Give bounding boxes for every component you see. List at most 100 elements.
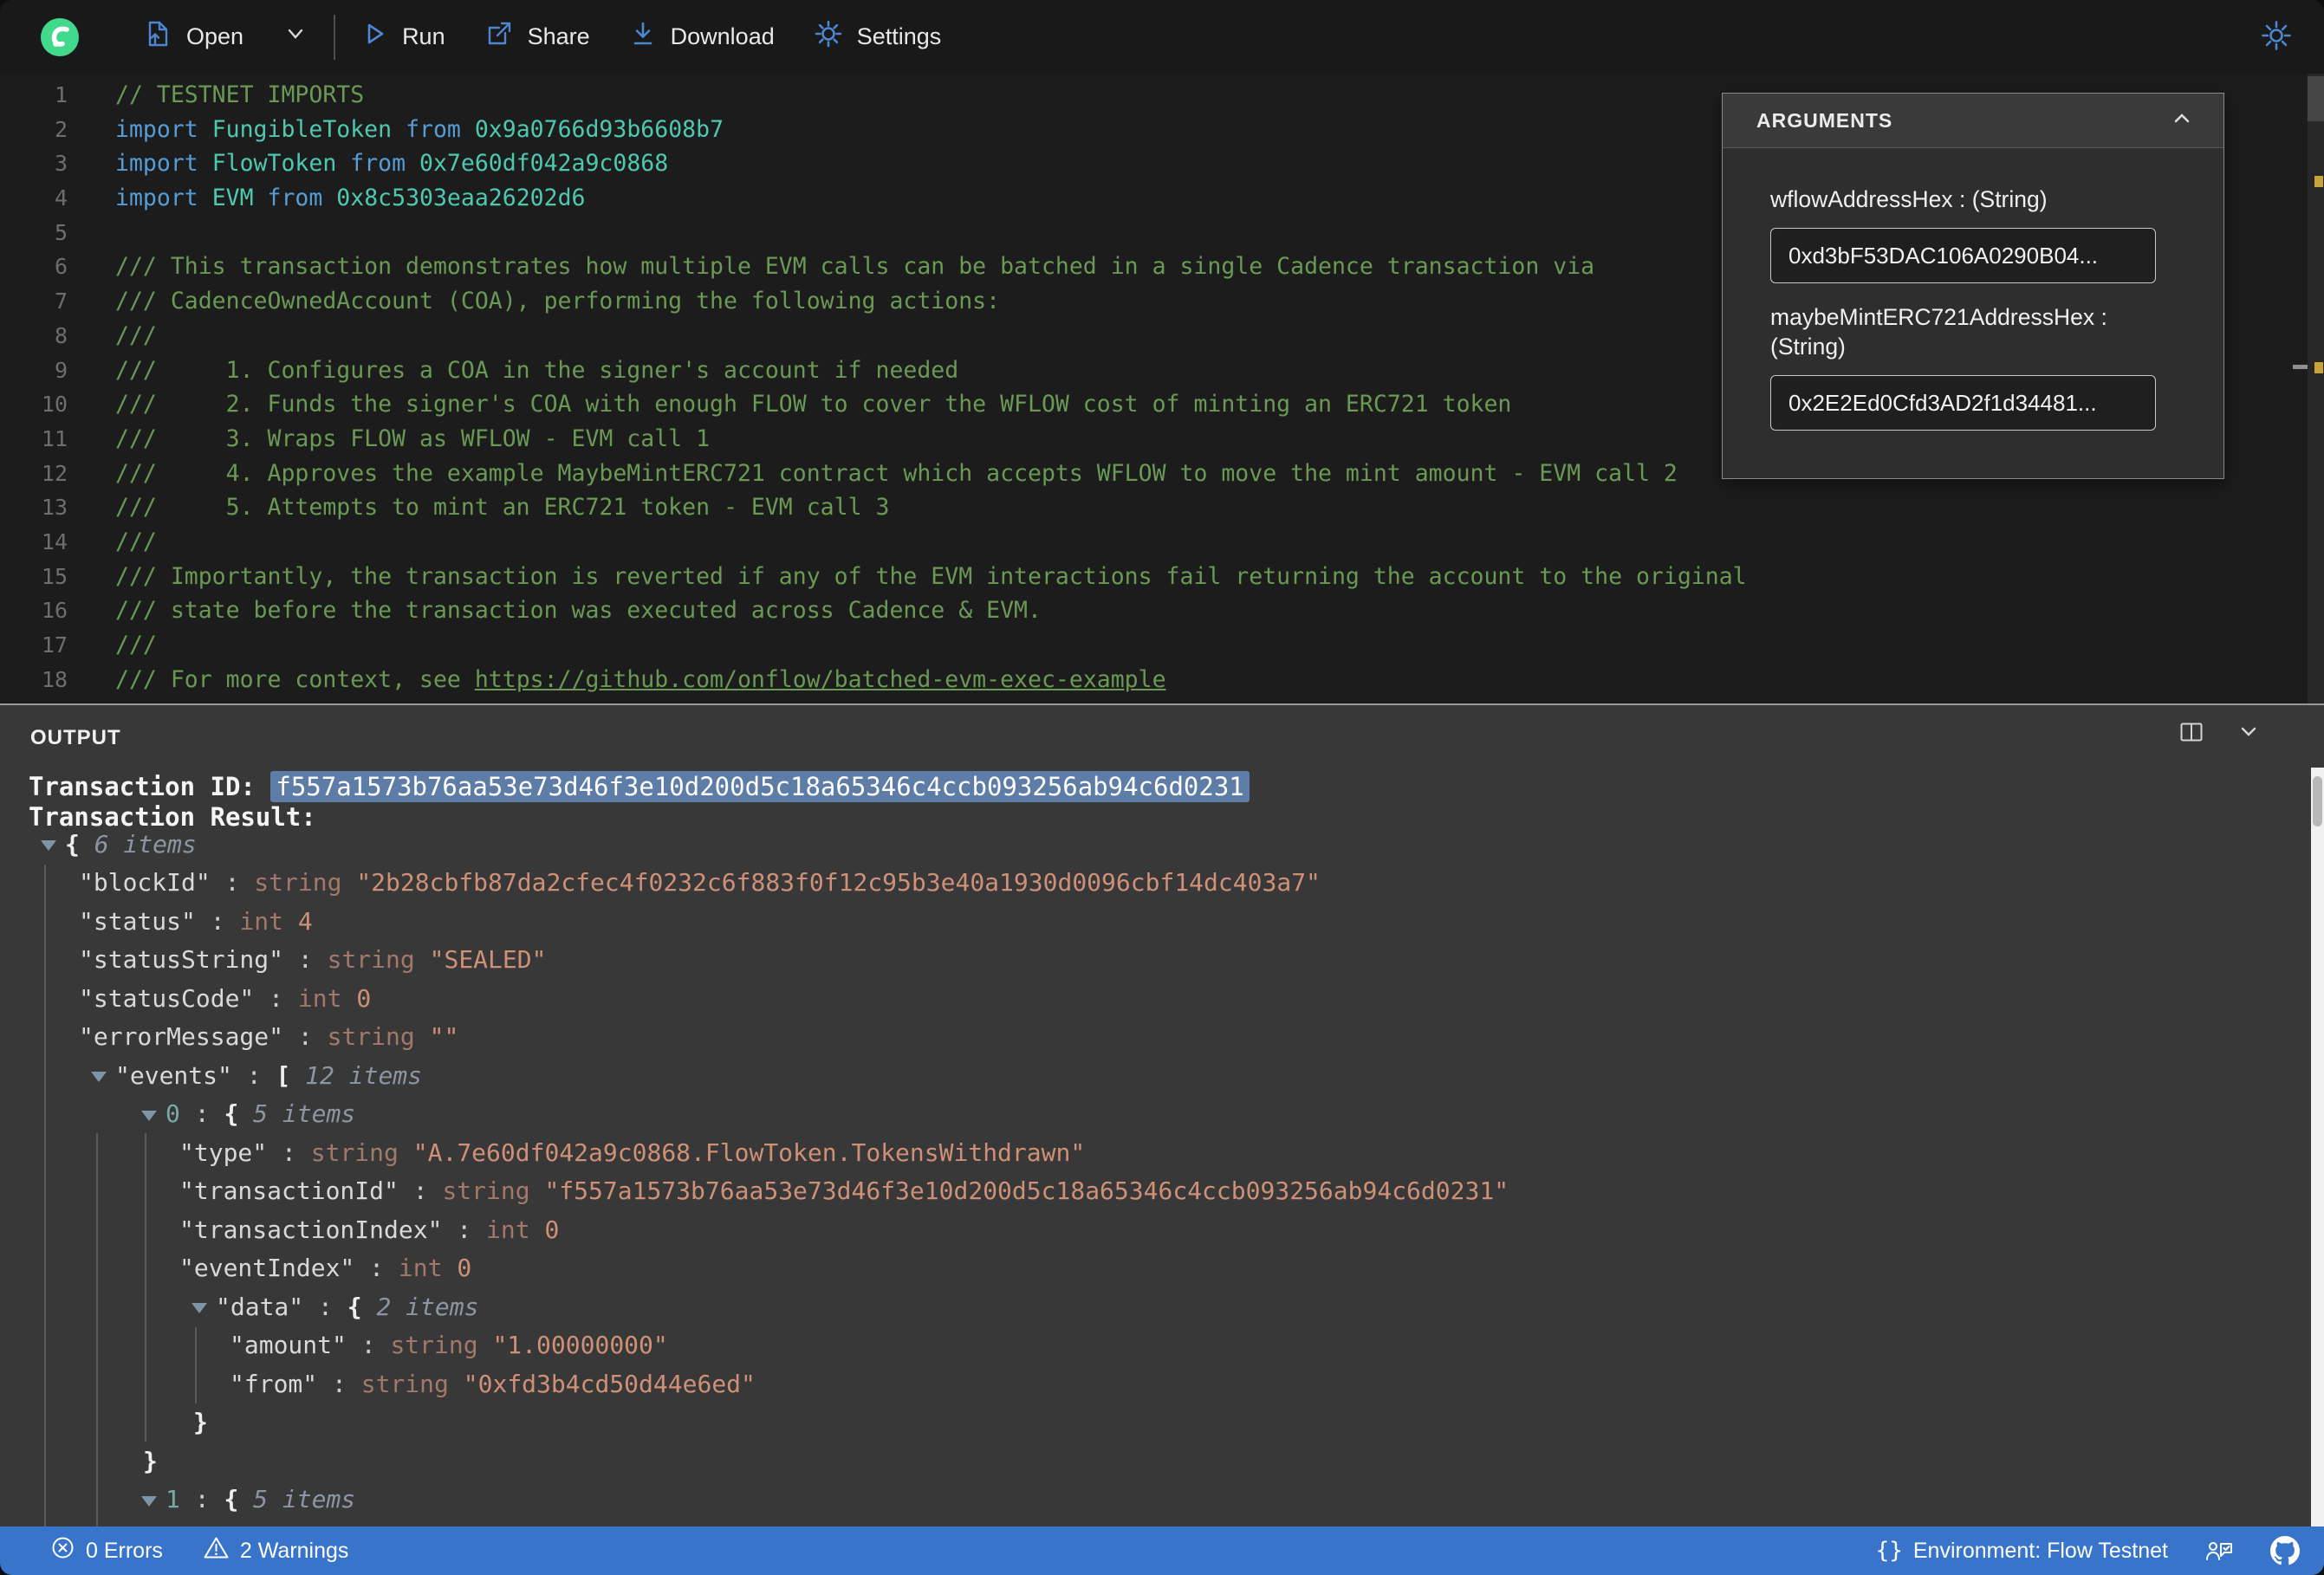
feedback-icon[interactable] xyxy=(2204,1537,2234,1565)
flow-logo-icon[interactable] xyxy=(40,17,80,57)
json-tree-row: "type" : string "A.7e60df042a9c0868.Flow… xyxy=(0,1133,2296,1172)
code-text: /// CadenceOwnedAccount (COA), performin… xyxy=(68,284,1000,319)
line-number: 2 xyxy=(54,116,68,142)
warning-marker xyxy=(2314,176,2323,187)
code-token: from xyxy=(350,150,420,178)
json-tree-row: "status" : int 4 xyxy=(0,902,2296,941)
code-token: from xyxy=(267,185,337,212)
expander-icon[interactable] xyxy=(91,1072,107,1083)
json-token-pun: : xyxy=(231,1060,276,1090)
code-token: /// 3. Wraps FLOW as WFLOW - EVM call 1 xyxy=(115,425,711,452)
json-token-str: "1.00000000" xyxy=(492,1331,668,1360)
json-tree-row: 0 : { 5 items xyxy=(0,1095,2296,1134)
json-token-str: 4 xyxy=(297,906,313,936)
theme-toggle-button[interactable] xyxy=(2260,19,2293,55)
environment-label: Environment: Flow Testnet xyxy=(1912,1538,2168,1563)
json-token-typ: string xyxy=(442,1176,545,1206)
json-token-pun: : xyxy=(346,1331,391,1360)
settings-button[interactable]: Settings xyxy=(813,18,942,55)
json-tree-row: { 6 items xyxy=(0,825,2296,864)
json-token-str: 0 xyxy=(544,1215,560,1244)
download-button[interactable]: Download xyxy=(628,19,775,55)
indent-guide xyxy=(96,1133,98,1528)
expander-icon[interactable] xyxy=(141,1110,157,1121)
scroll-position-tick xyxy=(2293,365,2308,369)
code-token: /// 1. Configures a COA in the signer's … xyxy=(115,356,959,384)
argument-input[interactable] xyxy=(1770,228,2156,283)
code-line: 16 /// state before the transaction was e… xyxy=(0,593,2308,628)
code-link[interactable]: https://github.com/onflow/batched-evm-ex… xyxy=(475,666,1166,693)
collapse-output-chevron[interactable] xyxy=(2236,719,2262,748)
warnings-label: 2 Warnings xyxy=(239,1538,349,1563)
open-dropdown-chevron[interactable] xyxy=(282,20,309,54)
share-label: Share xyxy=(527,23,590,49)
json-token-typ: int xyxy=(297,983,357,1013)
expander-icon[interactable] xyxy=(41,840,56,852)
json-token-brace: { xyxy=(224,1099,254,1129)
errors-label: 0 Errors xyxy=(86,1538,163,1563)
warnings-status[interactable]: 2 Warnings xyxy=(203,1535,349,1566)
json-token-pun: : xyxy=(317,1369,361,1398)
split-panel-button[interactable] xyxy=(2178,719,2204,748)
code-line: 17 /// xyxy=(0,628,2308,663)
code-text: /// state before the transaction was exe… xyxy=(68,593,1042,628)
json-token-str: "A.7e60df042a9c0868.FlowToken.TokensWith… xyxy=(412,1138,1086,1167)
app-window: Open Run Share Download Settings 1 // TE… xyxy=(0,0,2324,1575)
code-text: import EVM from 0x8c5303eaa26202d6 xyxy=(68,181,585,216)
expander-icon[interactable] xyxy=(141,1495,157,1507)
arguments-panel: ARGUMENTS wflowAddressHex : (String) mayb… xyxy=(1722,93,2224,479)
editor-scrollbar[interactable] xyxy=(2293,74,2324,703)
output-panel: OUTPUT Transaction ID: f557a1573b76aa53e… xyxy=(0,703,2324,1575)
json-token-items: 2 items xyxy=(376,1292,479,1321)
code-token: from xyxy=(406,115,475,143)
gear-icon xyxy=(813,18,844,55)
json-token-key: "amount" xyxy=(230,1331,347,1360)
indent-guide xyxy=(145,1133,146,1442)
output-scrollbar-thumb[interactable] xyxy=(2313,776,2322,826)
github-icon[interactable] xyxy=(2270,1536,2300,1565)
json-token-brace: [ xyxy=(276,1060,306,1090)
json-token-pun: : xyxy=(283,945,328,975)
transaction-id-line: Transaction ID: f557a1573b76aa53e73d46f3… xyxy=(29,771,1250,802)
line-number: 6 xyxy=(54,254,68,280)
json-token-pun: : xyxy=(303,1292,347,1321)
code-token: /// xyxy=(115,528,157,555)
json-token-pun: : xyxy=(179,1099,224,1129)
json-tree-row: "errorMessage" : string "" xyxy=(0,1018,2296,1057)
json-token-typ: string xyxy=(327,1022,430,1052)
json-token-typ: string xyxy=(327,945,430,975)
settings-label: Settings xyxy=(856,23,942,49)
editor-scrollbar-thumb[interactable] xyxy=(2308,76,2324,121)
code-text: /// xyxy=(68,319,157,353)
share-button[interactable]: Share xyxy=(484,18,590,55)
run-button[interactable]: Run xyxy=(360,19,445,55)
open-button[interactable]: Open xyxy=(142,18,243,55)
share-icon xyxy=(484,18,515,55)
json-token-pun: : xyxy=(210,868,255,898)
line-number: 15 xyxy=(41,563,68,589)
argument-input[interactable] xyxy=(1770,375,2156,431)
arguments-panel-header[interactable]: ARGUMENTS xyxy=(1723,94,2223,148)
json-tree: { 6 items "blockId" : string "2b28cbfb87d… xyxy=(0,825,2296,1528)
code-text: /// Importantly, the transaction is reve… xyxy=(68,560,1747,594)
json-token-key: "statusString" xyxy=(79,945,284,975)
errors-status[interactable]: 0 Errors xyxy=(50,1535,163,1566)
code-text: /// 4. Approves the example MaybeMintERC… xyxy=(68,457,1678,491)
code-text: /// This transaction demonstrates how mu… xyxy=(68,250,1594,284)
json-tree-row: "statusString" : string "SEALED" xyxy=(0,941,2296,980)
json-tree-row: "transactionIndex" : int 0 xyxy=(0,1210,2296,1249)
json-token-items: 5 items xyxy=(253,1485,356,1514)
expander-icon[interactable] xyxy=(192,1303,207,1314)
environment-status[interactable]: {} Environment: Flow Testnet xyxy=(1876,1538,2168,1564)
json-token-idx: 0 xyxy=(166,1099,180,1129)
output-title: OUTPUT xyxy=(30,726,121,749)
transaction-id-value: f557a1573b76aa53e73d46f3e10d200d5c18a653… xyxy=(270,771,1250,802)
code-token: /// Importantly, the transaction is reve… xyxy=(115,562,1747,590)
output-scrollbar[interactable] xyxy=(2311,768,2324,1528)
code-text: // TESTNET IMPORTS xyxy=(68,78,364,113)
json-token-items: 12 items xyxy=(305,1060,423,1090)
code-text: /// xyxy=(68,525,157,560)
chevron-up-icon[interactable] xyxy=(2170,107,2194,135)
json-tree-row: "from" : string "0xfd3b4cd50d44e6ed" xyxy=(0,1364,2296,1403)
